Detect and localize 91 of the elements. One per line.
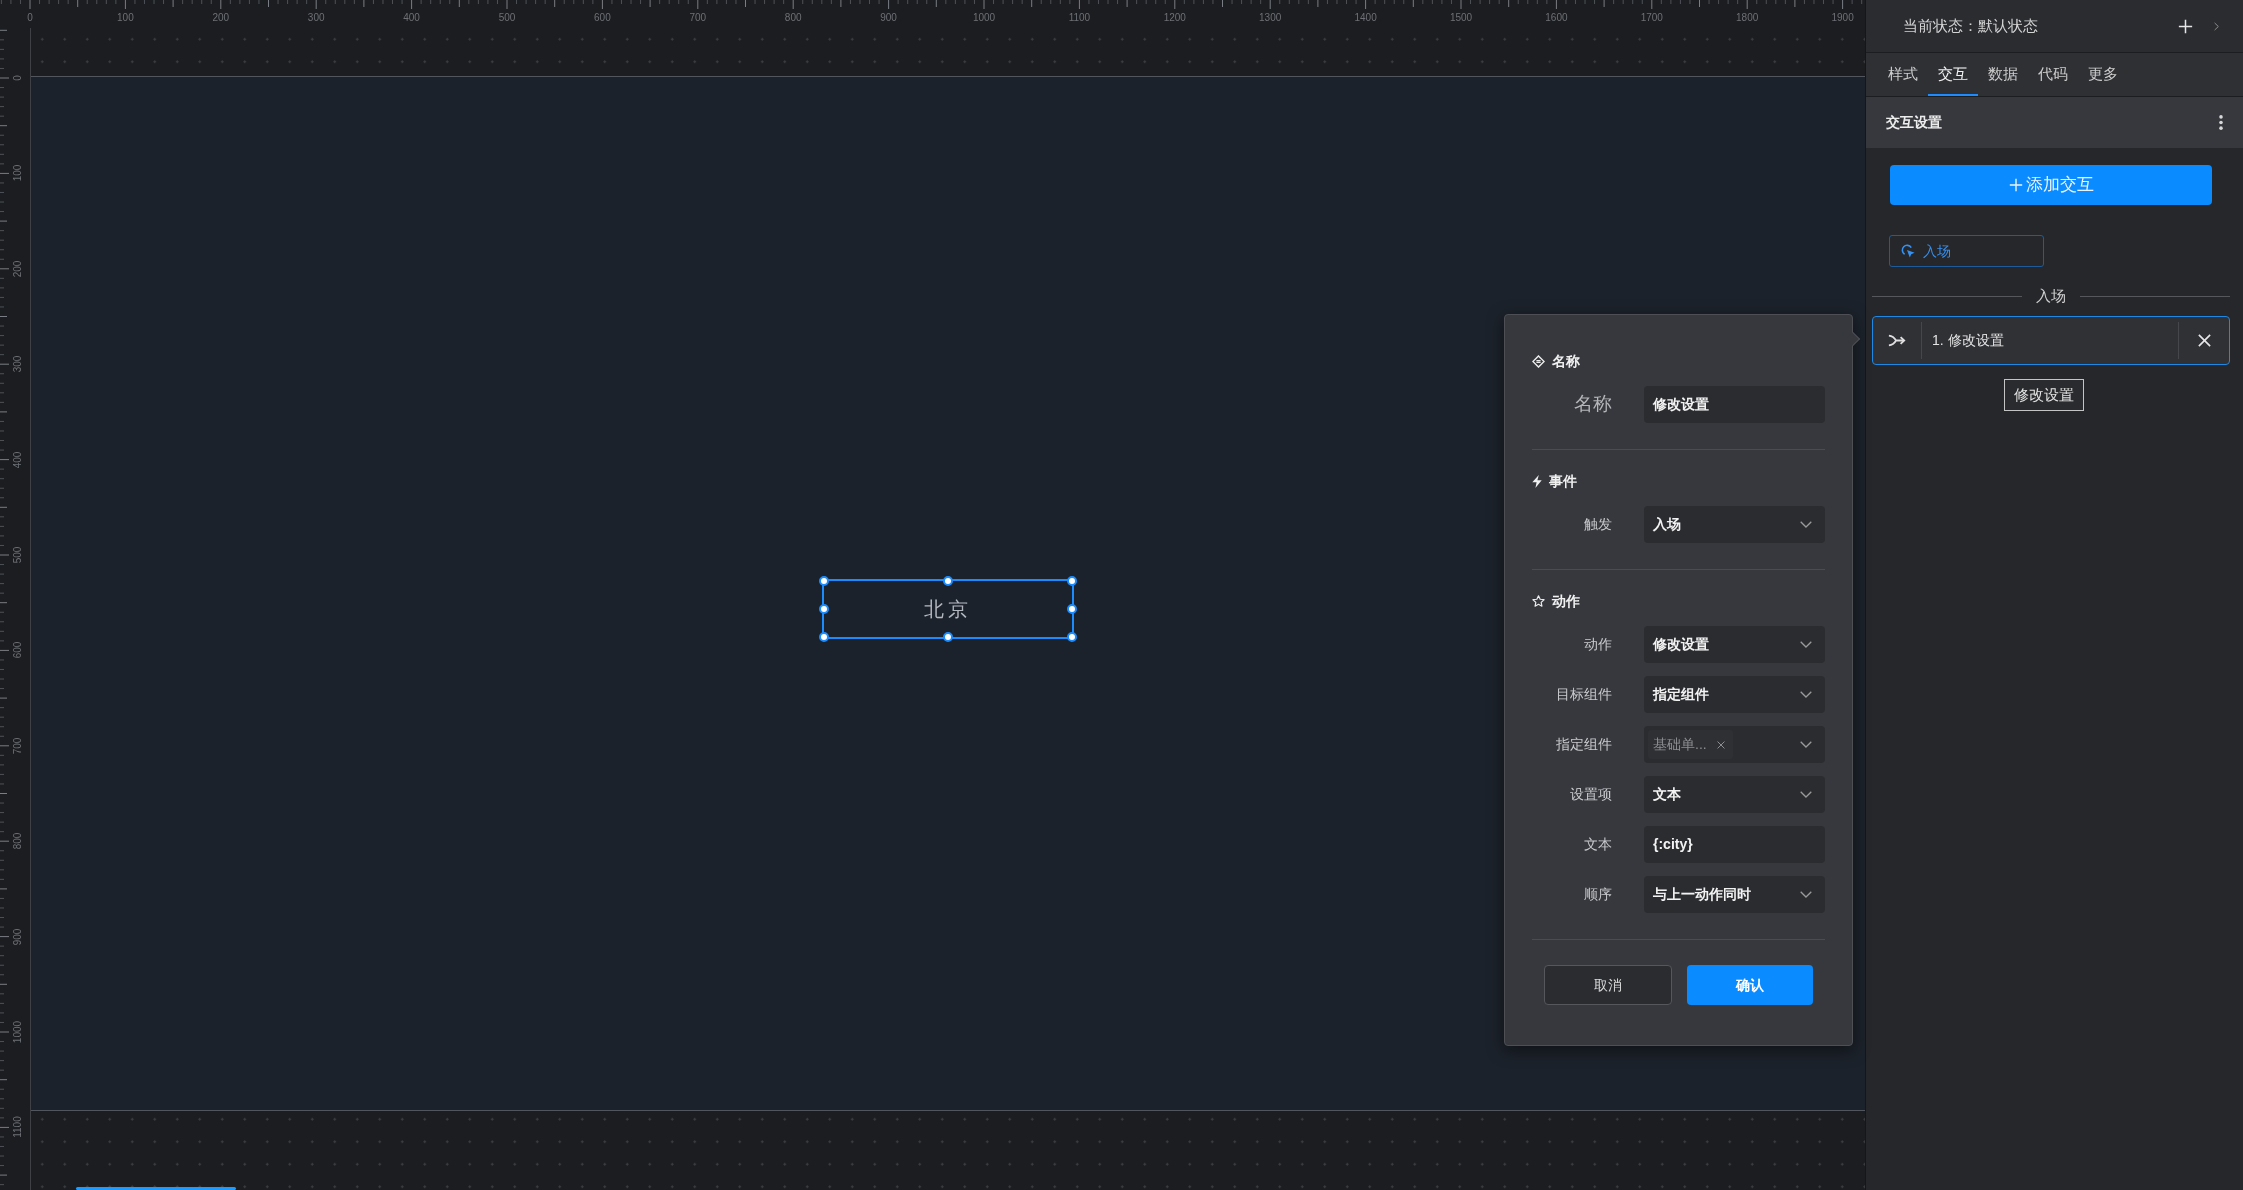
ruler-label: 400 [12,451,24,468]
resize-handle[interactable] [1067,604,1077,614]
ruler-label: 1400 [1354,12,1377,24]
field-label: 动作 [1584,635,1612,654]
chevron-right-icon[interactable] [2214,21,2219,31]
action-label: 1. 修改设置 [1931,331,2005,350]
resize-handle[interactable] [943,632,953,642]
chevron-down-icon [1800,641,1812,648]
tag-select-field[interactable]: 基础单... [1644,726,1825,763]
select-field[interactable]: 文本 [1644,776,1825,813]
panel-tab[interactable]: 数据 [1978,53,2028,96]
ruler-label: 800 [12,832,24,850]
section-title: 事件 [1549,471,1577,491]
chevron-down-icon [1800,521,1812,528]
chevron-down-icon [1800,791,1812,798]
field-label: 设置项 [1570,785,1612,804]
state-label: 当前状态：默认状态 [1903,15,2038,36]
ruler-label: 300 [12,355,24,373]
section-title: 名称 [1552,351,1580,371]
ruler-label: 1100 [12,1116,24,1139]
field-label: 顺序 [1584,885,1612,904]
ruler-label: 1200 [1163,12,1186,24]
ruler-label: 1300 [1259,12,1282,24]
ruler-label: 1000 [972,12,996,24]
merge-arrow-icon [1888,334,1906,347]
action-item[interactable]: 1. 修改设置 [1872,316,2230,365]
select-field[interactable]: 修改设置 [1644,626,1825,663]
chevron-down-icon [1800,691,1812,698]
chevron-down-icon [1800,891,1812,898]
panel-tab[interactable]: 代码 [2028,53,2078,96]
select-field[interactable]: 入场 [1644,506,1825,543]
close-icon [2197,334,2211,347]
ruler-label: 1900 [1831,12,1854,24]
dialog-button[interactable]: 取消 [1544,965,1672,1005]
ruler-label: 700 [12,737,24,755]
tag-chip[interactable]: 基础单... [1648,730,1733,759]
resize-handle[interactable] [819,632,829,642]
group-title: 入场 [2036,286,2066,306]
section-title: 动作 [1552,591,1580,611]
star-icon [1532,595,1545,607]
text-field[interactable]: 修改设置 [1644,386,1825,423]
resize-handle[interactable] [1067,632,1077,642]
ruler-label: 1500 [1449,12,1473,24]
ruler-label: 400 [403,12,420,24]
resize-handle[interactable] [819,576,829,586]
lightning-icon [1532,474,1542,488]
ruler-label: 200 [212,12,230,24]
ruler-label: 1800 [1736,12,1759,24]
chevron-down-icon [1800,741,1812,748]
ruler-label: 1100 [1068,12,1091,24]
ruler-label: 900 [12,928,24,945]
section-title: 交互设置 [1886,113,1942,132]
select-field[interactable]: 指定组件 [1644,676,1825,713]
component-text: 北京 [924,597,972,622]
ruler-label: 600 [12,642,24,659]
text-field[interactable]: {:city} [1644,826,1825,863]
cursor-icon [1901,244,1915,258]
ruler-label: 500 [12,546,24,564]
ruler-label: 500 [498,12,516,24]
ruler-label: 0 [27,12,33,24]
diamond-icon [1532,354,1545,368]
field-label: 指定组件 [1556,735,1612,754]
ruler-label: 1600 [1545,12,1568,24]
panel-tab[interactable]: 更多 [2078,53,2128,96]
add-icon[interactable] [2178,18,2193,34]
field-label: 触发 [1584,515,1612,534]
ruler-label: 1700 [1640,12,1663,24]
select-field[interactable]: 与上一动作同时 [1644,876,1825,913]
field-label: 文本 [1584,835,1612,854]
event-tag[interactable]: 入场 [1889,235,2044,267]
ruler-label: 100 [117,12,134,24]
ruler-label: 1000 [12,1020,24,1044]
resize-handle[interactable] [1067,576,1077,586]
ruler-label: 200 [12,260,24,278]
tooltip: 修改设置 [2004,379,2084,411]
ruler-label: 600 [594,12,611,24]
text-component[interactable]: 北京 [822,579,1074,639]
more-icon[interactable] [2219,115,2223,130]
close-icon [1716,740,1725,749]
ruler-label: 300 [307,12,325,24]
resize-handle[interactable] [819,604,829,614]
ruler-label: 0 [12,75,24,81]
ruler-label: 900 [880,12,897,24]
field-label: 目标组件 [1556,685,1612,704]
resize-handle[interactable] [943,576,953,586]
panel-tab[interactable]: 样式 [1878,53,1928,96]
ruler-label: 100 [12,165,24,182]
field-label: 名称 [1574,392,1612,417]
ruler-label: 700 [689,12,707,24]
scrollbar-thumb[interactable] [76,1187,236,1190]
ruler-label: 800 [784,12,802,24]
